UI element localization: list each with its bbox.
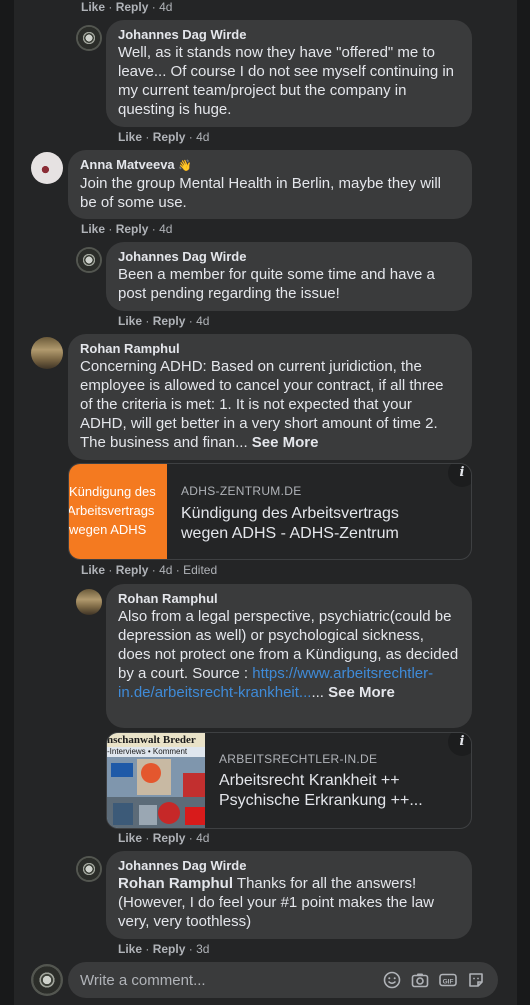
comment-text: Join the group Mental Health in Berlin, … <box>80 175 442 211</box>
info-icon[interactable]: i <box>448 733 471 756</box>
edited-label[interactable]: Edited <box>183 563 217 577</box>
comment-text: Well, as it stands now they have "offere… <box>118 44 455 118</box>
comment-time[interactable]: 4d <box>159 0 172 14</box>
comment-time[interactable]: 4d <box>159 222 172 236</box>
link-title: Arbeitsrecht Krankheit ++ Psychische Erk… <box>219 772 423 809</box>
link-domain: ADHS-ZENTRUM.DE <box>181 484 302 498</box>
comment-time[interactable]: 4d <box>196 314 209 328</box>
comment-actions: Like · Reply · 4d <box>81 222 173 236</box>
comment-text: Rohan Ramphul Thanks for all the answers… <box>118 875 434 930</box>
like-button[interactable]: Like <box>81 563 105 577</box>
comment-actions: Like · Reply · 4d <box>118 831 210 845</box>
see-more-link[interactable]: See More <box>252 434 319 451</box>
comment-actions: Like · Reply · 4d <box>118 314 210 328</box>
comment-time[interactable]: 4d <box>196 831 209 845</box>
like-button[interactable]: Like <box>118 942 142 956</box>
camera-icon[interactable] <box>411 971 429 989</box>
comment-actions: Like · Reply · 3d <box>118 942 210 956</box>
comment-time[interactable]: 3d <box>196 942 209 956</box>
comment-actions: Like · Reply · 4d · Edited <box>81 563 218 577</box>
avatar[interactable] <box>31 337 63 369</box>
svg-text:GIF: GIF <box>443 978 454 985</box>
link-title: Kündigung des Arbeitsvertrags wegen ADHS… <box>181 505 399 542</box>
comment-bubble: Johannes Dag Wirde Well, as it stands no… <box>106 20 472 127</box>
link-preview-card[interactable]: nschanwalt Breder -Interviews • Komment … <box>106 732 472 829</box>
comment-author[interactable]: Johannes Dag Wirde <box>118 858 460 874</box>
avatar[interactable] <box>76 856 102 882</box>
reply-button[interactable]: Reply <box>116 0 149 14</box>
comment-author: Anna Matveeva 👋 <box>80 157 192 172</box>
like-button[interactable]: Like <box>118 831 142 845</box>
like-button[interactable]: Like <box>81 0 105 14</box>
reply-button[interactable]: Reply <box>153 314 186 328</box>
comment-author[interactable]: Rohan Ramphul <box>118 591 460 607</box>
see-more-link[interactable]: See More <box>328 684 395 701</box>
avatar[interactable] <box>76 25 102 51</box>
link-thumbnail: Kündigung des Arbeitsvertrags wegen ADHS <box>69 464 167 559</box>
comment-text: Concerning ADHD: Based on current juridi… <box>80 358 444 451</box>
like-button[interactable]: Like <box>81 222 105 236</box>
reply-button[interactable]: Reply <box>153 831 186 845</box>
comment-input[interactable]: Write a comment... <box>80 972 206 989</box>
avatar[interactable] <box>76 589 102 615</box>
reply-button[interactable]: Reply <box>116 563 149 577</box>
comment-text: Been a member for quite some time and ha… <box>118 266 435 302</box>
emoji-icon[interactable] <box>383 971 401 989</box>
avatar[interactable] <box>31 964 63 996</box>
comment-author[interactable]: Johannes Dag Wirde <box>118 249 460 265</box>
like-button[interactable]: Like <box>118 130 142 144</box>
comment-text: Also from a legal perspective, psychiatr… <box>118 608 459 701</box>
gif-icon[interactable]: GIF <box>439 971 457 989</box>
link-domain: ARBEITSRECHTLER-IN.DE <box>219 752 378 766</box>
comment-bubble: Johannes Dag Wirde Rohan Ramphul Thanks … <box>106 851 472 939</box>
comment-bubble: Rohan Ramphul Concerning ADHD: Based on … <box>68 334 472 460</box>
sticker-icon[interactable] <box>467 971 485 989</box>
comment-bubble: Anna Matveeva 👋 Join the group Mental He… <box>68 150 472 219</box>
info-icon[interactable]: i <box>448 464 471 487</box>
comment-composer[interactable]: Write a comment... GIF <box>68 962 498 998</box>
comment-actions: Like · Reply · 4d <box>118 130 210 144</box>
comment-actions: Like · Reply · 4d <box>81 0 173 14</box>
link-thumbnail: nschanwalt Breder -Interviews • Komment <box>107 733 205 828</box>
wave-icon: 👋 <box>178 160 192 172</box>
reply-button[interactable]: Reply <box>153 942 186 956</box>
comment-time[interactable]: 4d <box>159 563 172 577</box>
reply-button[interactable]: Reply <box>153 130 186 144</box>
comment-bubble: Rohan Ramphul Also from a legal perspect… <box>106 584 472 728</box>
avatar[interactable] <box>76 247 102 273</box>
comment-time[interactable]: 4d <box>196 130 209 144</box>
comment-author[interactable]: Rohan Ramphul <box>80 341 460 357</box>
link-preview-card[interactable]: Kündigung des Arbeitsvertrags wegen ADHS… <box>68 463 472 560</box>
comment-author[interactable]: Johannes Dag Wirde <box>118 27 460 43</box>
comment-bubble: Johannes Dag Wirde Been a member for qui… <box>106 242 472 311</box>
avatar[interactable] <box>31 152 63 184</box>
like-button[interactable]: Like <box>118 314 142 328</box>
reply-button[interactable]: Reply <box>116 222 149 236</box>
mention-link[interactable]: Rohan Ramphul <box>118 875 233 892</box>
